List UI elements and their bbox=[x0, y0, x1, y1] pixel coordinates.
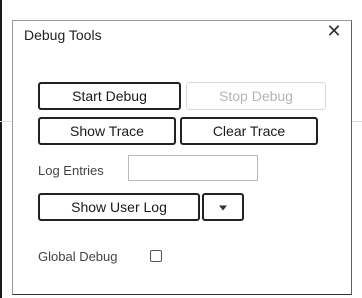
global-debug-checkbox[interactable] bbox=[150, 250, 162, 262]
log-entries-label: Log Entries bbox=[38, 163, 104, 178]
dialog-title: Debug Tools bbox=[24, 27, 102, 43]
global-debug-label: Global Debug bbox=[38, 249, 118, 264]
user-log-dropdown-button[interactable] bbox=[202, 193, 244, 221]
start-debug-button[interactable]: Start Debug bbox=[38, 82, 181, 110]
close-icon[interactable]: ✕ bbox=[324, 21, 344, 41]
show-user-log-button[interactable]: Show User Log bbox=[38, 193, 200, 221]
show-trace-button[interactable]: Show Trace bbox=[38, 117, 176, 145]
log-entries-input[interactable] bbox=[128, 155, 258, 181]
clear-trace-button[interactable]: Clear Trace bbox=[180, 117, 318, 145]
window-edge bbox=[0, 0, 2, 298]
stop-debug-button[interactable]: Stop Debug bbox=[186, 82, 326, 110]
chevron-down-icon bbox=[219, 205, 227, 211]
